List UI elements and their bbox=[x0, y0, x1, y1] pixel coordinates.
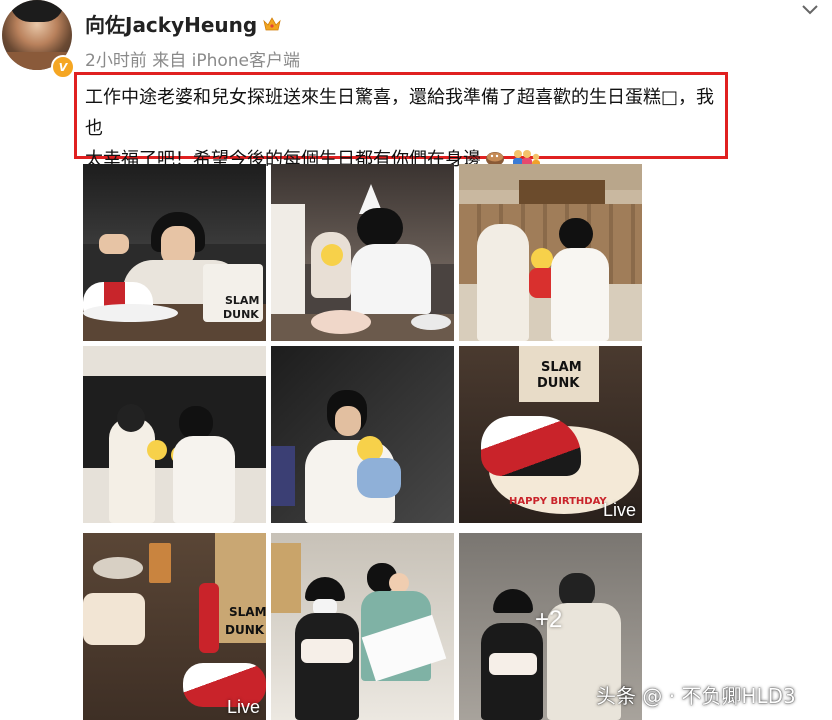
cake bbox=[311, 310, 371, 334]
cake-label: SLAM bbox=[541, 360, 582, 375]
photo-7[interactable]: SLAM DUNK Live bbox=[83, 533, 266, 720]
live-badge: Live bbox=[226, 697, 260, 717]
woman-hair bbox=[117, 404, 145, 432]
crown-icon bbox=[263, 17, 281, 31]
cake-label: SLAM bbox=[225, 294, 260, 307]
photo-6[interactable]: SLAM DUNK HAPPY BIRTHDAY Live bbox=[459, 346, 642, 523]
source-watermark: 头条 @ · 不负卿HLD3 bbox=[596, 684, 796, 708]
cake-label: DUNK bbox=[223, 308, 259, 321]
avatar-hair bbox=[10, 0, 64, 22]
man-shirt bbox=[551, 248, 609, 341]
glass bbox=[149, 543, 171, 583]
missing-glyph: □ bbox=[661, 87, 679, 108]
child-face-sticker bbox=[321, 244, 343, 266]
photo-8[interactable] bbox=[271, 533, 454, 720]
man-hair bbox=[559, 218, 593, 250]
child-face-sticker bbox=[147, 440, 167, 460]
username[interactable]: 向佐JackyHeung bbox=[85, 9, 281, 38]
hand bbox=[99, 234, 129, 254]
sneaker bbox=[481, 416, 581, 476]
woman-shirt bbox=[295, 613, 359, 720]
post-text: 工作中途老婆和兒女探班送來生日驚喜，還給我準備了超喜歡的生日蛋糕□，我也 太幸福… bbox=[85, 82, 731, 175]
photo-4[interactable] bbox=[83, 346, 266, 523]
cake-label: DUNK bbox=[225, 623, 265, 637]
bowl bbox=[93, 557, 143, 579]
person-hair bbox=[357, 208, 403, 248]
photo-grid: SLAM DUNK SLAM DUNK HAPPY BIRTHDAY Live … bbox=[83, 164, 642, 720]
building-sign bbox=[519, 180, 605, 204]
cake-label: SLAM bbox=[229, 605, 266, 619]
photo-5[interactable] bbox=[271, 346, 454, 523]
figure bbox=[199, 583, 219, 653]
username-text[interactable]: 向佐JackyHeung bbox=[85, 9, 257, 38]
sign-board bbox=[271, 446, 295, 506]
cake bbox=[301, 639, 353, 663]
man-face bbox=[335, 406, 361, 436]
chevron-down-icon[interactable] bbox=[800, 3, 820, 17]
woman-left bbox=[477, 224, 529, 341]
bowl bbox=[411, 314, 451, 330]
photo-1[interactable]: SLAM DUNK bbox=[83, 164, 266, 341]
photo-2[interactable] bbox=[271, 164, 454, 341]
live-badge: Live bbox=[602, 500, 636, 520]
boxes bbox=[271, 543, 301, 613]
child-face-sticker bbox=[389, 573, 409, 593]
photo-3[interactable] bbox=[459, 164, 642, 341]
cake-label: HAPPY BIRTHDAY bbox=[509, 496, 607, 507]
fruit-cake bbox=[83, 593, 145, 645]
person-left bbox=[271, 204, 305, 324]
post-line-1: 工作中途老婆和兒女探班送來生日驚喜，還給我準備了超喜歡的生日蛋糕 bbox=[85, 87, 661, 108]
woman bbox=[109, 418, 155, 523]
child-shirt bbox=[357, 458, 401, 498]
more-photos-count[interactable]: +2 bbox=[535, 606, 562, 634]
man-hair bbox=[179, 406, 213, 440]
post-meta: 2小时前 来自 iPhone客户端 bbox=[85, 51, 301, 71]
person-shirt bbox=[351, 244, 431, 314]
verified-badge-icon: V bbox=[51, 55, 75, 79]
man-shirt bbox=[173, 436, 235, 523]
cake-label: DUNK bbox=[537, 376, 580, 391]
post-highlight-box: 工作中途老婆和兒女探班送來生日驚喜，還給我準備了超喜歡的生日蛋糕□，我也 太幸福… bbox=[74, 72, 728, 170]
cake-plate bbox=[83, 304, 178, 322]
cake bbox=[489, 653, 537, 675]
child-face-sticker bbox=[531, 248, 553, 270]
